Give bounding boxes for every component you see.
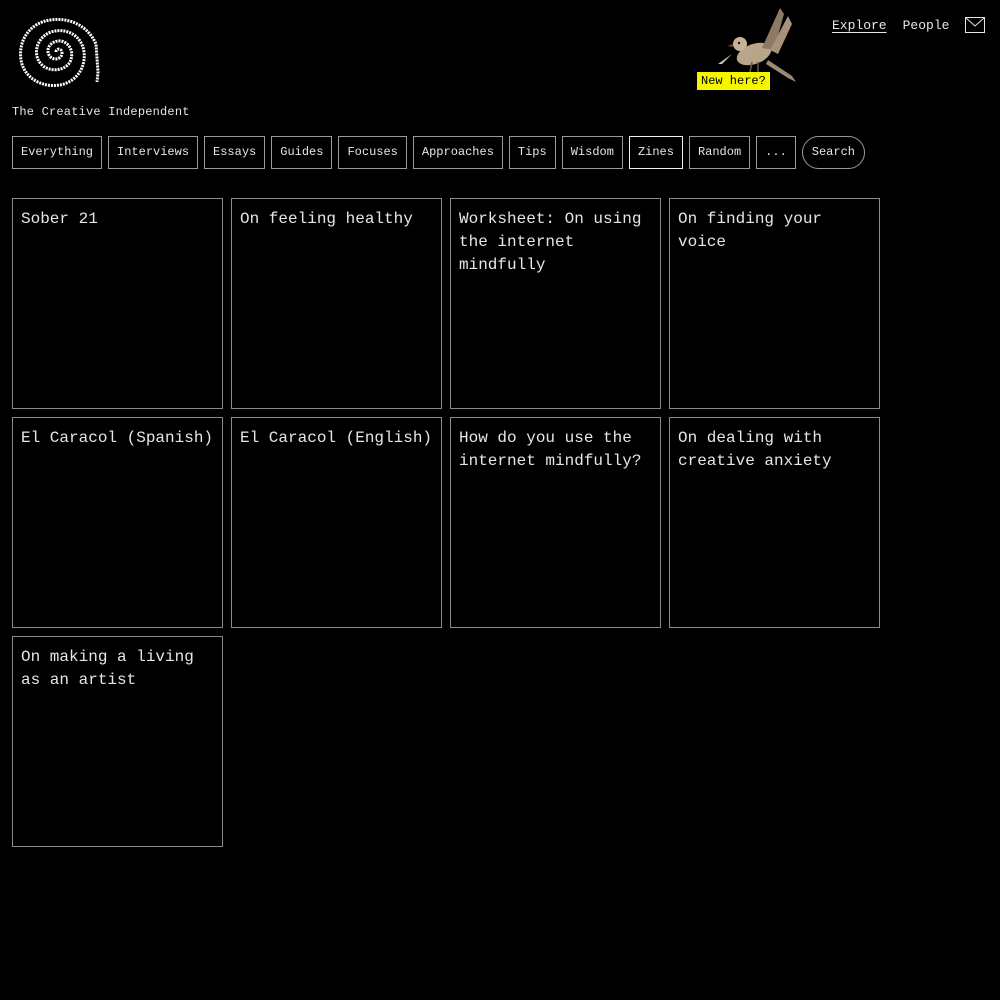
zine-card[interactable]: On dealing with creative anxiety [669,417,880,628]
spiral-logo-icon[interactable] [12,12,100,90]
top-nav: Explore People [832,17,986,33]
zine-card-title: On feeling healthy [240,210,413,228]
nav-people-link[interactable]: People [903,18,950,33]
zine-card[interactable]: On feeling healthy [231,198,442,409]
zine-card[interactable]: On finding your voice [669,198,880,409]
zine-card-title: El Caracol (English) [240,429,433,447]
zine-card[interactable]: El Caracol (Spanish) [12,417,223,628]
filter-more-button[interactable]: ... [756,136,796,169]
filter-interviews-button[interactable]: Interviews [108,136,199,169]
filter-everything-button[interactable]: Everything [12,136,103,169]
filter-bar: Everything Interviews Essays Guides Focuses A… [12,136,871,169]
filter-wisdom-button[interactable]: Wisdom [561,136,623,169]
zine-card[interactable]: How do you use the internet mindfully? [450,417,661,628]
filter-guides-button[interactable]: Guides [271,136,333,169]
search-button[interactable]: Search [801,136,865,169]
zine-card-title: Sober 21 [21,210,98,228]
filter-focuses-button[interactable]: Focuses [338,136,407,169]
zine-card-title: On making a living as an artist [21,648,194,689]
page: The Creative Independent New here? Explo… [0,0,1000,1000]
new-here-badge[interactable]: New here? [697,72,770,90]
site-name[interactable]: The Creative Independent [12,105,190,119]
filter-essays-button[interactable]: Essays [204,136,266,169]
zine-card[interactable]: Worksheet: On using the internet mindful… [450,198,661,409]
nav-explore-link[interactable]: Explore [832,18,887,33]
mail-icon[interactable] [965,17,986,33]
zine-card-title: El Caracol (Spanish) [21,429,214,447]
zine-card[interactable]: Sober 21 [12,198,223,409]
zine-card-title: On finding your voice [678,210,823,251]
zine-card-title: How do you use the internet mindfully? [459,429,642,470]
filter-approaches-button[interactable]: Approaches [412,136,503,169]
zine-card[interactable]: On making a living as an artist [12,636,223,847]
zine-card-title: On dealing with creative anxiety [678,429,832,470]
filter-zines-button[interactable]: Zines [628,136,683,169]
filter-tips-button[interactable]: Tips [508,136,556,169]
filter-random-button[interactable]: Random [688,136,751,169]
zine-card[interactable]: El Caracol (English) [231,417,442,628]
zine-card-title: Worksheet: On using the internet mindful… [459,210,642,274]
